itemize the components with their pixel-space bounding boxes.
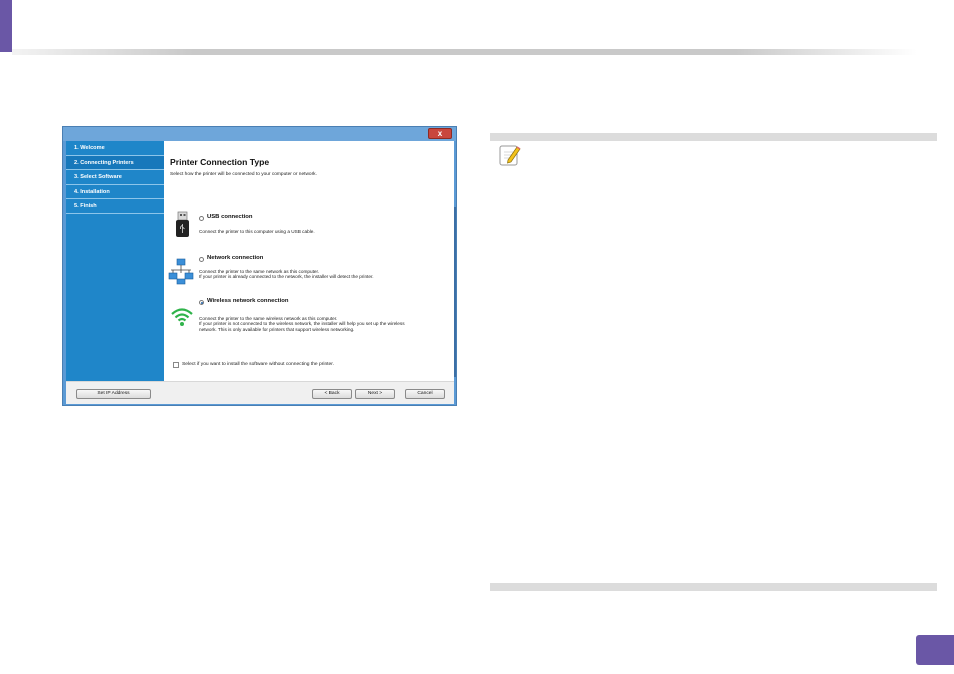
step-connecting-printers: 2. Connecting Printers <box>66 155 164 170</box>
page-accent-bar <box>0 0 12 52</box>
usb-icon <box>176 211 189 237</box>
step-finish: 5. Finish <box>66 199 164 214</box>
wireless-label[interactable]: Wireless network connection <box>207 298 288 304</box>
set-ip-address-button[interactable]: Set IP Address <box>76 389 151 399</box>
content-panel: Printer Connection Type Select how the p… <box>164 141 454 381</box>
wireless-desc: Connect the printer to the same wireless… <box>199 316 405 332</box>
step-welcome: 1. Welcome <box>66 141 164 156</box>
step-select-software: 3. Select Software <box>66 170 164 185</box>
installer-window: x 1. Welcome 2. Connecting Printers 3. S… <box>62 126 457 406</box>
wireless-icon <box>171 308 193 326</box>
usb-desc: Connect the printer to this computer usi… <box>199 229 315 234</box>
network-desc: Connect the printer to the same network … <box>199 269 374 280</box>
close-button[interactable]: x <box>428 128 452 139</box>
next-button[interactable]: Next > <box>355 389 395 399</box>
note-pencil-icon <box>499 145 521 166</box>
usb-radio[interactable] <box>199 216 204 221</box>
note-top-bar <box>490 133 937 141</box>
skip-connection-checkbox[interactable] <box>173 362 179 368</box>
header-rule <box>12 49 917 55</box>
page-subtitle: Select how the printer will be connected… <box>170 172 317 177</box>
window-titlebar: x <box>63 127 456 141</box>
note-bottom-bar <box>490 583 937 591</box>
network-desc-line: If your printer is already connected to … <box>199 274 374 280</box>
usb-label[interactable]: USB connection <box>207 214 253 220</box>
usb-desc-line: Connect the printer to this computer usi… <box>199 229 315 234</box>
cancel-button[interactable]: Cancel <box>405 389 445 399</box>
page-number-badge <box>916 635 954 665</box>
step-installation: 4. Installation <box>66 185 164 199</box>
skip-connection-label[interactable]: Select if you want to install the softwa… <box>182 362 334 367</box>
back-button[interactable]: < Back <box>312 389 352 399</box>
steps-sidebar: 1. Welcome 2. Connecting Printers 3. Sel… <box>66 141 164 381</box>
window-footer: Set IP Address < Back Next > Cancel <box>66 381 454 404</box>
network-label[interactable]: Network connection <box>207 255 263 261</box>
page-title: Printer Connection Type <box>170 157 270 167</box>
network-radio[interactable] <box>199 257 204 262</box>
network-icon <box>168 258 194 285</box>
wireless-radio[interactable] <box>199 300 204 305</box>
wireless-desc-line: network. This is only available for prin… <box>199 326 355 332</box>
window-edge-shadow <box>454 207 456 377</box>
